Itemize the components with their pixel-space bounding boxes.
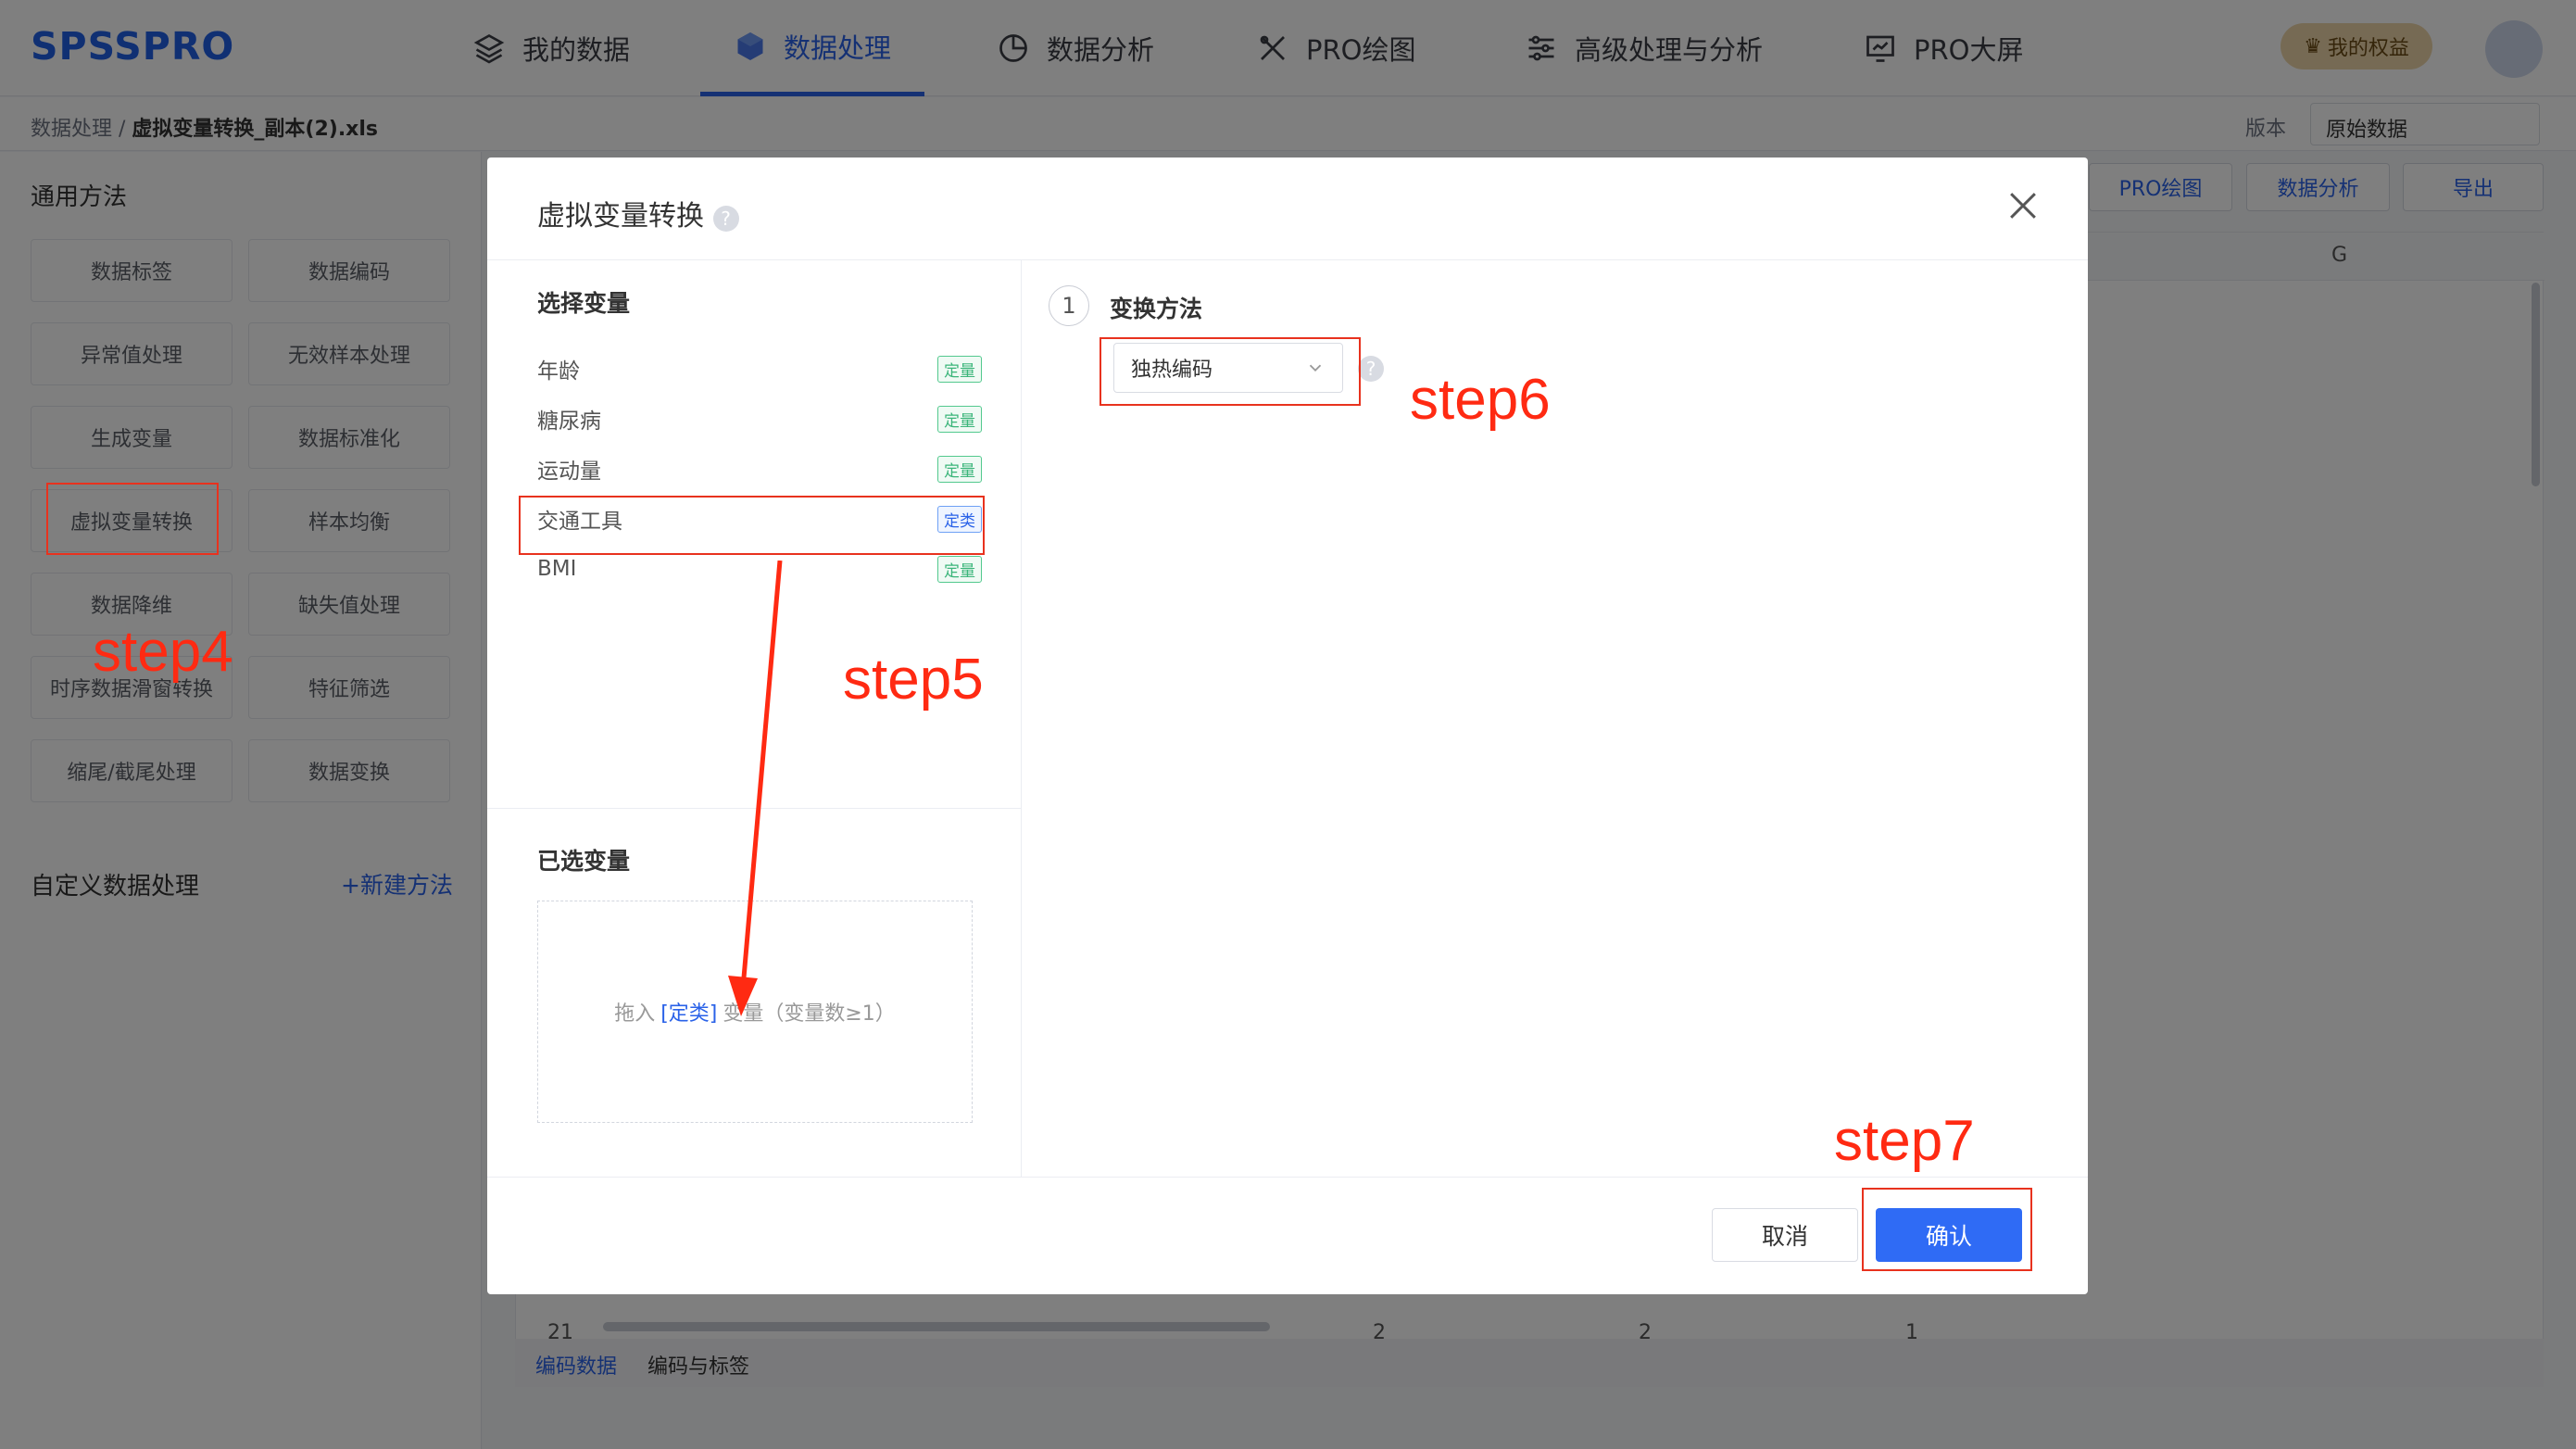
annotation-arrow <box>728 561 783 1016</box>
variable-item[interactable]: 糖尿病 定量 <box>537 396 982 442</box>
drop-hint-pre: 拖入 <box>614 1002 656 1026</box>
annotation-box-step6 <box>1100 337 1361 406</box>
close-icon[interactable] <box>2003 185 2043 226</box>
divider <box>487 259 2088 260</box>
variable-name: 运动量 <box>537 460 601 484</box>
variable-item[interactable]: 运动量 定量 <box>537 446 982 492</box>
variable-type-tag: 定量 <box>937 455 982 483</box>
annotation-step6: step6 <box>1410 368 1551 432</box>
help-icon[interactable]: ? <box>712 206 739 232</box>
step-number-badge: 1 <box>1049 285 1089 326</box>
annotation-box-step4 <box>46 483 219 555</box>
variable-type-tag: 定量 <box>937 405 982 433</box>
variable-type-tag: 定量 <box>937 555 982 583</box>
divider <box>1021 260 1022 1178</box>
help-icon[interactable]: ? <box>1358 356 1384 382</box>
variable-name: BMI <box>537 557 577 581</box>
cancel-button[interactable]: 取消 <box>1712 1208 1858 1262</box>
selected-variables-title: 已选变量 <box>537 848 631 875</box>
annotation-box-step7 <box>1862 1188 2032 1271</box>
annotation-box-step5 <box>519 496 985 555</box>
variable-item[interactable]: 年龄 定量 <box>537 346 982 392</box>
divider <box>487 1177 2088 1178</box>
annotation-step7: step7 <box>1834 1109 1975 1173</box>
variable-name: 糖尿病 <box>537 410 601 434</box>
transform-method-title: 变换方法 <box>1110 296 1203 322</box>
dialog-title-text: 虚拟变量转换 <box>537 200 704 233</box>
select-variables-title: 选择变量 <box>537 290 631 317</box>
variable-name: 年龄 <box>537 359 580 384</box>
annotation-step5: step5 <box>843 648 984 712</box>
dialog-title: 虚拟变量转换 ? <box>537 193 739 233</box>
variable-type-tag: 定量 <box>937 355 982 383</box>
annotation-step4: step4 <box>93 620 233 684</box>
